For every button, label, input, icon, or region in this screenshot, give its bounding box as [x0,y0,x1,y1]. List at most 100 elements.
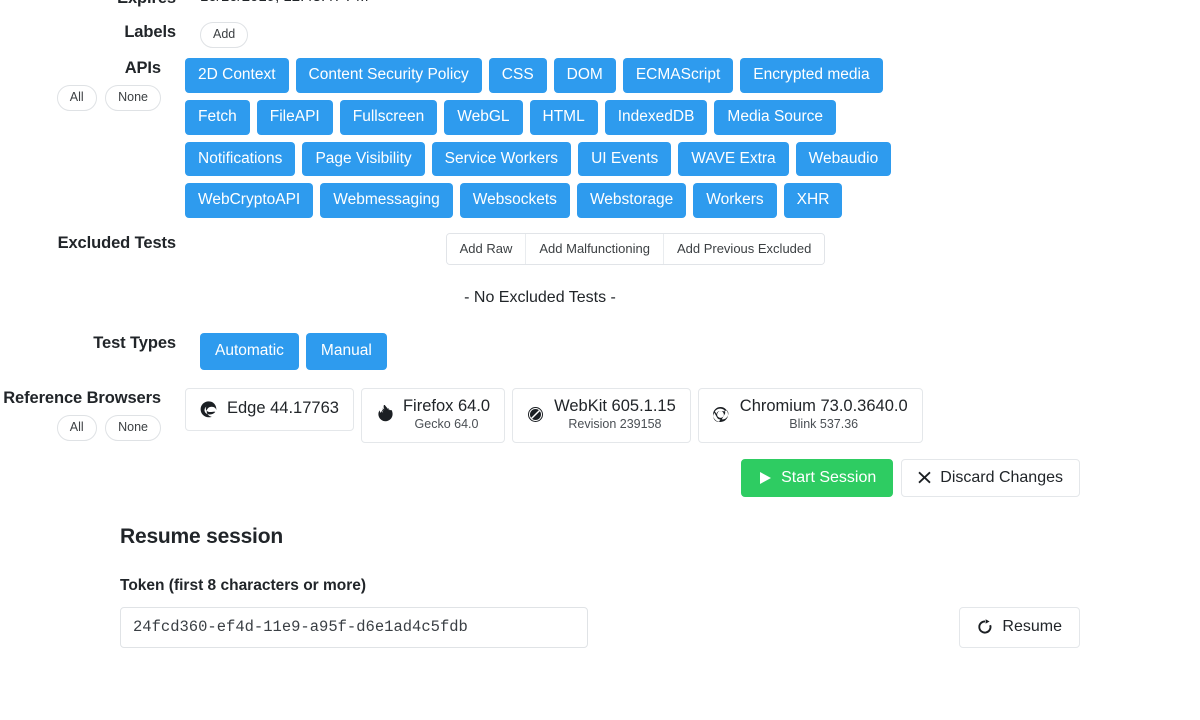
expires-label-col: Expires [0,0,191,9]
labels-label-col: Labels [0,22,191,43]
excluded-tests-button-group: Add RawAdd MalfunctioningAdd Previous Ex… [446,233,826,265]
api-tag[interactable]: Webstorage [577,183,686,218]
api-tag[interactable]: FileAPI [257,100,333,135]
token-input[interactable] [120,607,588,648]
api-tag[interactable]: XHR [784,183,843,218]
api-tag[interactable]: Fetch [185,100,250,135]
api-tag[interactable]: Workers [693,183,776,218]
apis-all-button[interactable]: All [57,85,97,111]
refresh-icon [977,619,993,635]
edge-icon [198,399,218,419]
excluded-tests-button[interactable]: Add Raw [447,234,526,264]
labels-label: Labels [124,23,176,41]
token-label: Token (first 8 characters or more) [120,577,1080,595]
browser-card-text: Edge 44.17763 [227,399,339,418]
api-tag[interactable]: HTML [530,100,598,135]
discard-changes-button[interactable]: Discard Changes [901,459,1080,497]
webkit-icon [525,405,545,425]
action-bar: Start Session Discard Changes [0,459,1080,497]
api-tag[interactable]: Websockets [460,183,570,218]
browser-engine: Blink 537.36 [789,416,858,432]
browser-name: Firefox 64.0 [403,397,490,416]
browser-card[interactable]: Firefox 64.0Gecko 64.0 [361,388,505,443]
reference-browsers-field-col: Edge 44.17763 Firefox 64.0Gecko 64.0 WebKi… [176,388,1080,443]
api-tag[interactable]: Service Workers [432,142,571,177]
reference-browsers-label-col: Reference Browsers All None [0,388,176,441]
expires-row: Expires 10/10/2019, 12:48:47 PM [0,0,1080,9]
api-tag[interactable]: WAVE Extra [678,142,788,177]
resume-session-title: Resume session [120,525,1080,549]
apis-select-buttons: All None [0,79,176,111]
browser-card[interactable]: Chromium 73.0.3640.0Blink 537.36 [698,388,923,443]
browser-card-text: Firefox 64.0Gecko 64.0 [403,397,490,433]
session-configuration-page: Expires 10/10/2019, 12:48:47 PM Labels A… [0,0,1200,720]
api-tag[interactable]: CSS [489,58,547,93]
api-tag[interactable]: 2D Context [185,58,289,93]
api-tag[interactable]: Content Security Policy [296,58,482,93]
browser-card-text: Chromium 73.0.3640.0Blink 537.36 [740,397,908,433]
browser-engine: Gecko 64.0 [415,416,479,432]
api-tag[interactable]: Media Source [714,100,836,135]
labels-field-col: Add [191,22,1080,48]
excluded-tests-button[interactable]: Add Malfunctioning [525,234,663,264]
browser-card-list: Edge 44.17763 Firefox 64.0Gecko 64.0 WebKi… [185,388,1080,443]
api-tag[interactable]: DOM [554,58,616,93]
labels-add-button[interactable]: Add [200,22,248,48]
browser-engine: Revision 239158 [568,416,661,432]
excluded-tests-button[interactable]: Add Previous Excluded [663,234,824,264]
excluded-tests-label: Excluded Tests [58,234,176,252]
browser-name: WebKit 605.1.15 [554,397,676,416]
test-types-label: Test Types [93,334,176,352]
token-row: Resume [120,607,1080,648]
start-session-label: Start Session [781,468,876,487]
firefox-icon [374,405,394,425]
test-type-list: AutomaticManual [200,333,960,370]
apis-label-col: APIs All None [0,58,176,111]
browser-card-text: WebKit 605.1.15Revision 239158 [554,397,676,433]
no-excluded-tests-text: - No Excluded Tests - [0,289,1080,307]
resume-session-section: Resume session Token (first 8 characters… [120,525,1080,648]
excluded-tests-label-col: Excluded Tests [0,233,191,254]
reference-browsers-label: Reference Browsers [3,389,161,407]
test-types-row: Test Types AutomaticManual [0,333,1080,370]
api-tag[interactable]: WebGL [444,100,522,135]
browser-name: Edge 44.17763 [227,399,339,418]
start-session-button[interactable]: Start Session [741,459,893,497]
api-tag[interactable]: WebCryptoAPI [185,183,313,218]
expires-field-col: 10/10/2019, 12:48:47 PM [191,0,1080,6]
api-tag[interactable]: ECMAScript [623,58,733,93]
api-tag-list: 2D ContextContent Security PolicyCSSDOME… [185,58,945,218]
api-tag[interactable]: IndexedDB [605,100,708,135]
reference-browsers-none-button[interactable]: None [105,415,161,441]
discard-changes-label: Discard Changes [940,468,1063,487]
apis-row: APIs All None 2D ContextContent Security… [0,58,1080,218]
resume-button-label: Resume [1002,617,1062,636]
reference-browsers-row: Reference Browsers All None Edge 44.1776… [0,388,1080,443]
labels-row: Labels Add [0,22,1080,48]
api-tag[interactable]: Page Visibility [302,142,424,177]
test-types-label-col: Test Types [0,333,191,354]
chromium-icon [711,405,731,425]
api-tag[interactable]: Notifications [185,142,295,177]
apis-none-button[interactable]: None [105,85,161,111]
apis-label: APIs [125,59,161,77]
expires-value: 10/10/2019, 12:48:47 PM [200,0,368,5]
excluded-tests-row: Excluded Tests Add RawAdd Malfunctioning… [0,233,1080,265]
reference-browsers-select-buttons: All None [0,409,176,441]
test-types-field-col: AutomaticManual [191,333,1080,370]
play-icon [758,471,772,485]
no-excluded-tests-wrapper: - No Excluded Tests - [0,289,1080,307]
browser-card[interactable]: Edge 44.17763 [185,388,354,431]
test-type-tag[interactable]: Automatic [200,333,299,370]
api-tag[interactable]: UI Events [578,142,671,177]
api-tag[interactable]: Webmessaging [320,183,453,218]
api-tag[interactable]: Fullscreen [340,100,438,135]
api-tag[interactable]: Webaudio [796,142,892,177]
reference-browsers-all-button[interactable]: All [57,415,97,441]
resume-button[interactable]: Resume [959,607,1080,647]
close-icon [918,471,931,484]
expires-label: Expires [117,0,176,7]
api-tag[interactable]: Encrypted media [740,58,882,93]
browser-card[interactable]: WebKit 605.1.15Revision 239158 [512,388,691,443]
test-type-tag[interactable]: Manual [306,333,387,370]
